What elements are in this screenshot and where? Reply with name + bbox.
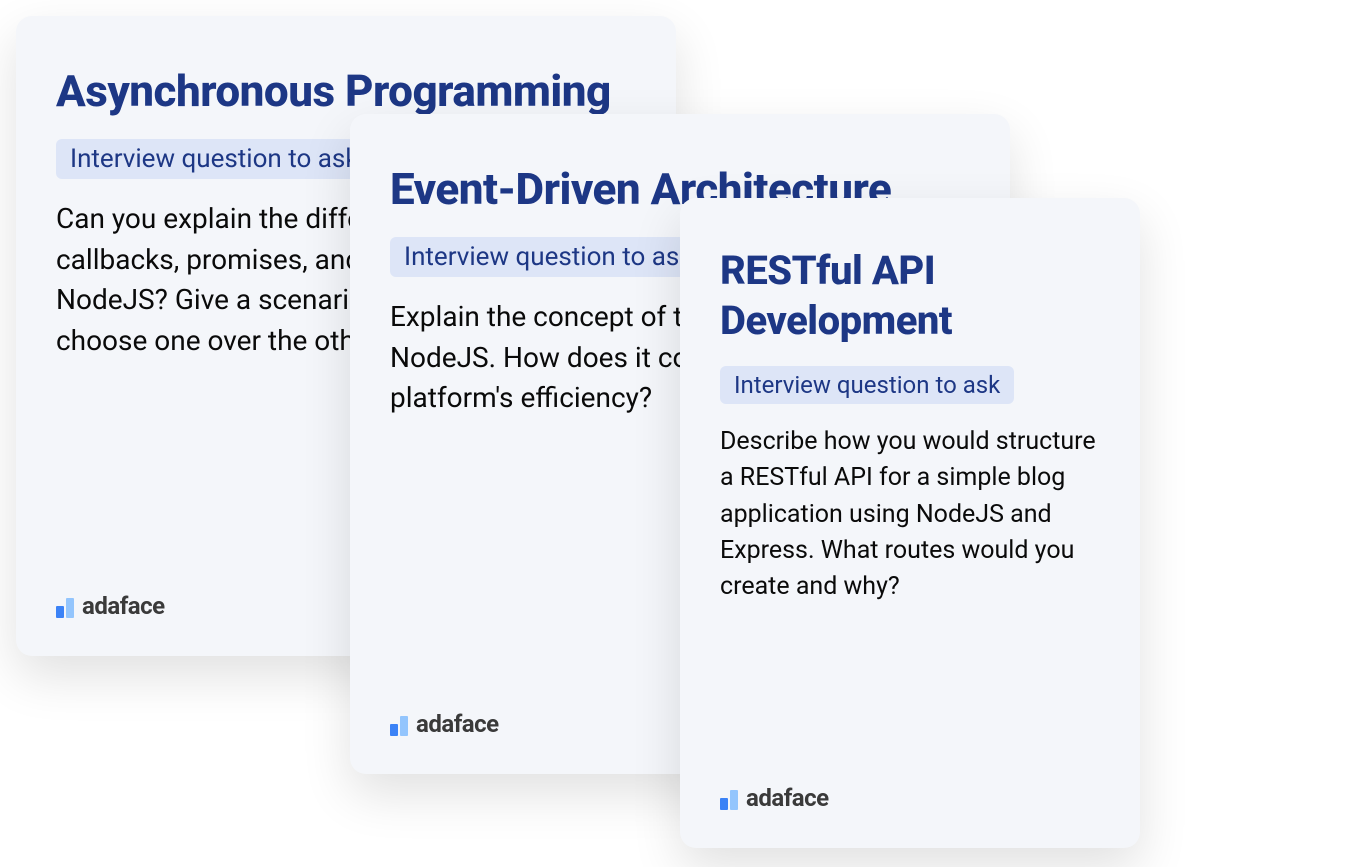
bars-icon bbox=[390, 712, 408, 736]
interview-question-tag: Interview question to ask bbox=[390, 237, 707, 277]
bars-icon bbox=[720, 786, 738, 810]
card-body: Describe how you would structure a RESTf… bbox=[720, 424, 1100, 605]
card-title: Asynchronous Programming bbox=[56, 64, 636, 119]
card-title: RESTful API Development bbox=[720, 246, 1100, 346]
logo-text: adaface bbox=[82, 592, 165, 620]
card-restful-api-development: RESTful API Development Interview questi… bbox=[680, 198, 1140, 848]
bars-icon bbox=[56, 594, 74, 618]
logo-text: adaface bbox=[746, 784, 829, 812]
adaface-logo: adaface bbox=[720, 784, 1100, 812]
interview-question-tag: Interview question to ask bbox=[56, 139, 373, 179]
interview-question-tag: Interview question to ask bbox=[720, 366, 1014, 404]
logo-text: adaface bbox=[416, 710, 499, 738]
